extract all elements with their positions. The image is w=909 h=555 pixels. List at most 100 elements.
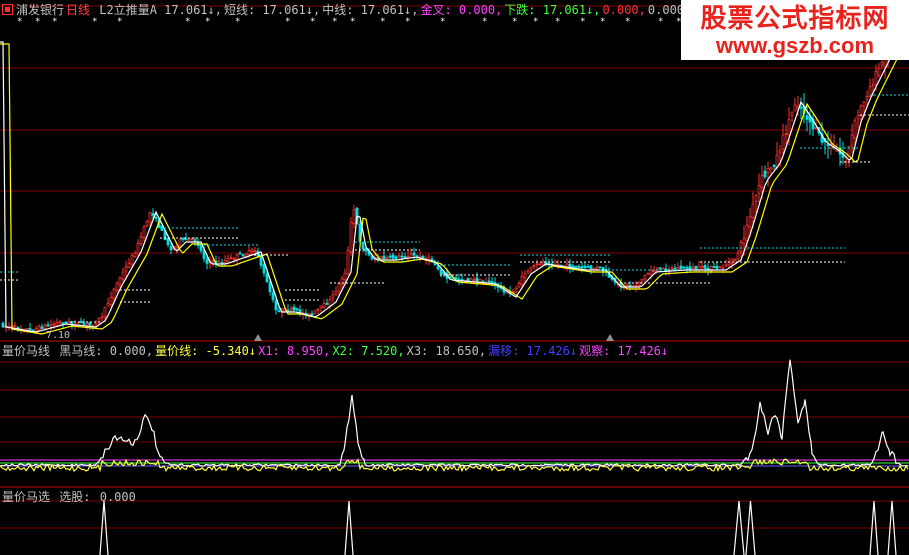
selector-legend: 量价马选 选股: 0.000	[2, 490, 138, 504]
candle-body	[574, 265, 578, 268]
marker-star: *	[205, 17, 210, 27]
candle-body	[13, 325, 17, 328]
candle-body	[652, 270, 656, 273]
candle-body	[643, 275, 647, 280]
marker-star: *	[482, 17, 487, 27]
candle-body	[772, 164, 776, 167]
volume-indicator-4: X3: 18.650,	[406, 344, 487, 358]
marker-star: *	[332, 17, 337, 27]
stock-name: 浦发银行	[16, 3, 65, 17]
candle-body	[529, 266, 533, 271]
candle-body	[85, 323, 89, 327]
candle-body	[382, 255, 386, 259]
candle-body	[34, 328, 38, 332]
candle-body	[427, 257, 431, 260]
candle-body	[472, 279, 476, 282]
candle-body	[850, 134, 854, 146]
candle-body	[466, 277, 470, 282]
candle-body	[139, 236, 143, 245]
volume-price-chart[interactable]	[0, 342, 909, 488]
candle-body	[538, 263, 542, 266]
candle-body	[130, 255, 134, 265]
candle-body	[403, 256, 407, 259]
candle-body	[148, 212, 152, 223]
candle-body	[292, 306, 296, 311]
candle-body	[241, 254, 245, 257]
candle-body	[535, 263, 539, 266]
candle-body	[319, 305, 323, 309]
candle-body	[649, 269, 653, 275]
candle-body	[628, 284, 632, 287]
period-label: 日线	[66, 3, 91, 17]
candle-body	[391, 254, 395, 259]
candle-body	[586, 266, 590, 268]
candle-body	[115, 282, 119, 291]
candle-body	[727, 261, 731, 266]
candle-body	[685, 267, 689, 270]
marker-star: *	[512, 17, 517, 27]
close-icon[interactable]	[2, 4, 13, 15]
split-marker	[254, 334, 262, 341]
candle-body	[295, 308, 299, 311]
candle-body	[352, 209, 356, 224]
candle-body	[397, 255, 401, 258]
candle-body	[40, 326, 44, 329]
candle-body	[661, 267, 665, 270]
candle-body	[880, 62, 884, 66]
marker-star: *	[440, 17, 445, 27]
candle-body	[79, 320, 83, 323]
candle-body	[787, 119, 791, 136]
candle-body	[100, 316, 104, 319]
candle-body	[769, 167, 773, 170]
marker-star: *	[17, 17, 22, 27]
candle-body	[112, 288, 116, 299]
candle-body	[49, 324, 53, 328]
marker-star: *	[658, 17, 663, 27]
candle-body	[238, 252, 242, 255]
candle-body	[289, 307, 293, 311]
candle-body	[124, 266, 128, 272]
candle-body	[181, 238, 185, 240]
candle-body	[640, 278, 644, 282]
low-price-label: 7.10	[46, 330, 71, 341]
marker-star: *	[600, 17, 605, 27]
volume-price-panel[interactable]: 量价马线 黑马线: 0.000, 量价线: -5.340↓ X1: 8.950, X2…	[0, 342, 909, 488]
candle-body	[712, 266, 716, 268]
watermark-url: www.gszb.com	[715, 33, 875, 58]
candle-body	[580, 266, 584, 269]
candle-body	[670, 267, 674, 270]
candle-body	[247, 250, 251, 255]
volume-indicator-3: X2: 7.520,	[332, 344, 405, 358]
candle-body	[286, 309, 290, 312]
candle-body	[361, 242, 365, 250]
candle-body	[730, 258, 734, 265]
candle-body	[784, 133, 788, 135]
watermark-title: 股票公式指标网	[700, 3, 890, 33]
candle-body	[721, 267, 725, 269]
candle-body	[748, 216, 752, 228]
candle-body	[394, 256, 398, 259]
candle-body	[337, 282, 341, 292]
candle-body	[487, 280, 491, 283]
ma-line-yellow	[0, 40, 907, 335]
candle-body	[205, 258, 209, 264]
candle-body	[31, 329, 35, 332]
marker-star: *	[235, 17, 240, 27]
marker-star: *	[350, 17, 355, 27]
stock-selector-panel[interactable]: 量价马选 选股: 0.000	[0, 488, 909, 555]
candle-body	[439, 269, 443, 274]
volume-price-line	[0, 458, 909, 473]
selector-name: 量价马选	[2, 490, 51, 504]
candle-body	[658, 267, 662, 270]
candle-body	[316, 308, 320, 311]
candle-body	[217, 260, 221, 263]
candle-body	[61, 322, 65, 325]
candle-body	[364, 248, 368, 252]
candle-body	[457, 278, 461, 281]
candle-body	[778, 150, 782, 154]
candle-body	[874, 70, 878, 85]
candle-body	[109, 296, 113, 306]
volume-indicator-5: 漏移: 17.426↓	[488, 344, 578, 358]
candle-body	[169, 246, 173, 251]
candle-body	[166, 238, 170, 246]
